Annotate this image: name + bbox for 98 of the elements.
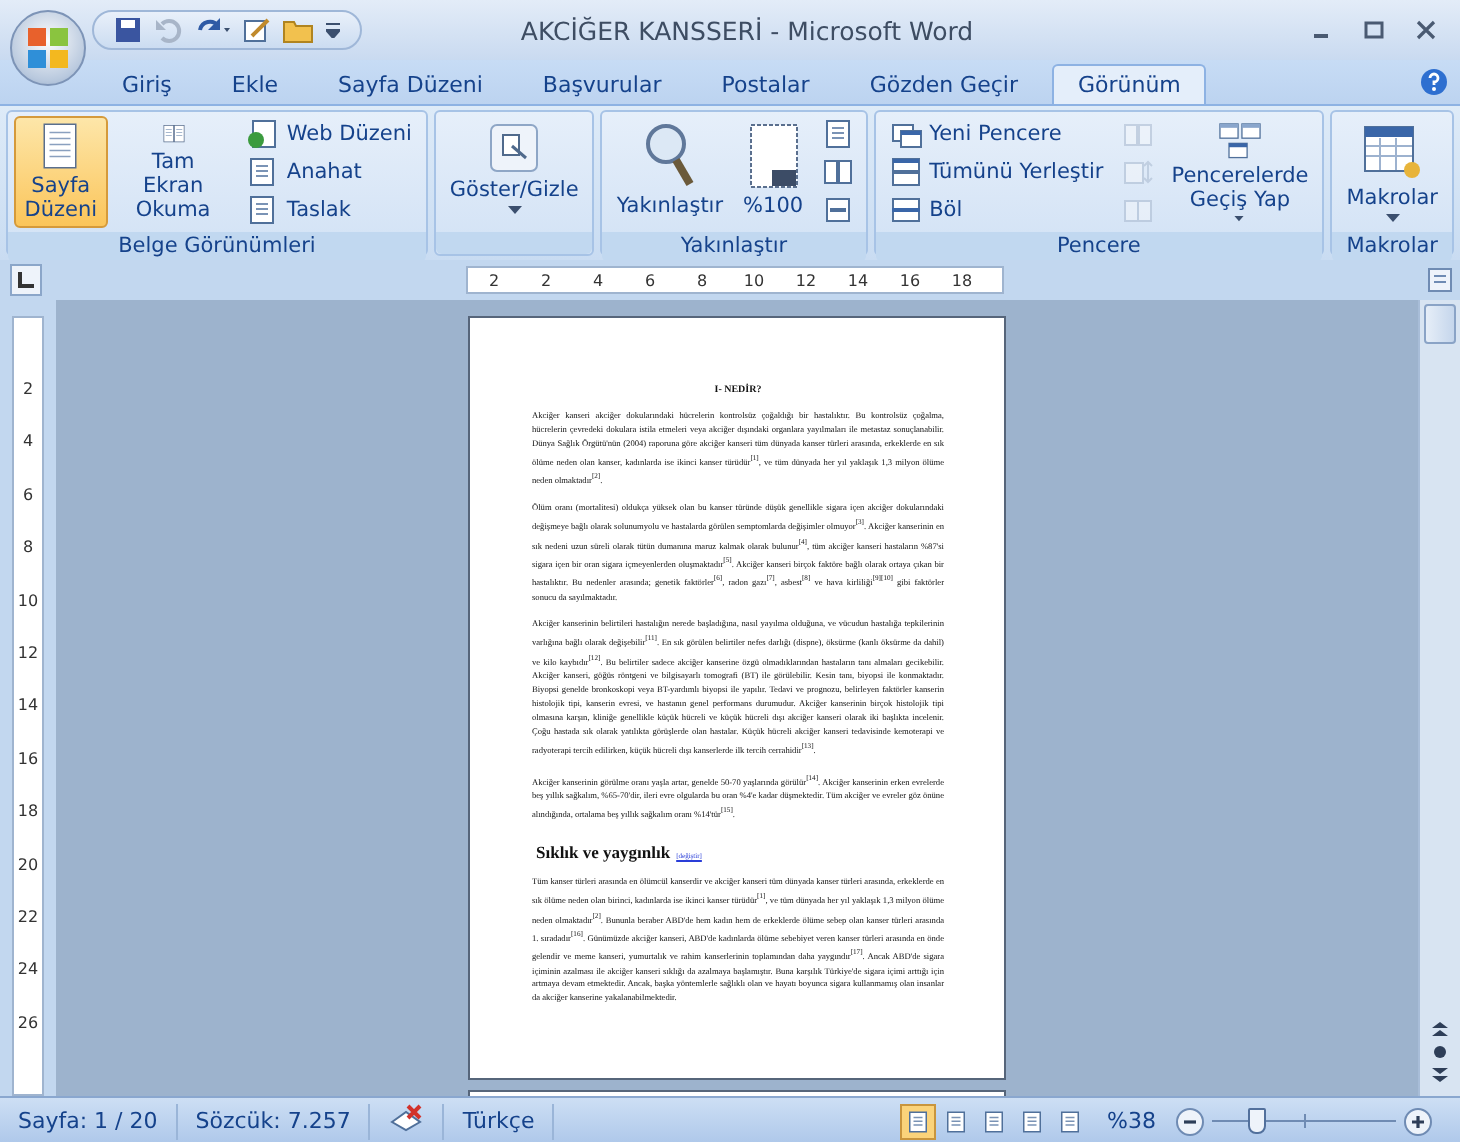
folder-icon[interactable]: [282, 16, 314, 44]
split-window-icon: [889, 194, 922, 226]
caret-icon: [1232, 216, 1247, 222]
ruler-number: 12: [17, 641, 39, 666]
stacked-windows-icon: [889, 156, 922, 188]
ruler-number: 12: [793, 271, 819, 289]
side-by-side-icon: [1121, 118, 1154, 150]
sync-scroll-icon: [1121, 156, 1154, 188]
ruler-number: 8: [694, 271, 710, 289]
help-icon[interactable]: [1420, 68, 1448, 96]
view-page-icon: [943, 1109, 968, 1133]
view-page-icon: [1057, 1109, 1082, 1133]
ruler-number: 16: [17, 747, 39, 772]
ribbon-tab[interactable]: Görünüm: [1051, 64, 1207, 104]
tab-selector-button[interactable]: [10, 264, 42, 296]
ribbon-button[interactable]: Tam Ekran Okuma: [111, 116, 235, 228]
page-width-icon: [821, 194, 854, 226]
view-ruler-icon[interactable]: [1426, 266, 1454, 294]
group-label: Belge Görünümleri: [8, 232, 426, 262]
group-label: Pencere: [875, 232, 1323, 262]
outline-icon: [246, 156, 279, 188]
ruler-number: 4: [590, 271, 606, 289]
ruler-number: 2: [486, 271, 502, 289]
view-button[interactable]: [899, 1103, 936, 1139]
ruler-number: 16: [897, 271, 923, 289]
draft-icon: [246, 194, 279, 226]
ribbon-button[interactable]: Taslak: [238, 192, 420, 228]
ribbon-menu-button[interactable]: Göster/Gizle: [441, 116, 587, 228]
vertical-scrollbar[interactable]: [1418, 300, 1460, 1096]
ribbon-tab[interactable]: Başvurular: [516, 64, 688, 104]
ribbon-tab[interactable]: Ekle: [205, 64, 305, 104]
group-label: Yakınlaştır: [602, 232, 866, 262]
ribbon-button[interactable]: Sayfa Düzeni: [14, 116, 108, 228]
ruler-number: 22: [17, 905, 39, 930]
ruler-number: 8: [22, 536, 34, 561]
caret-icon: [1385, 214, 1400, 222]
ruler-number: 6: [22, 483, 34, 508]
view-page-icon: [905, 1109, 930, 1133]
section-heading: Sıklık ve yaygınlık: [536, 842, 671, 863]
zoom-in-button[interactable]: [1404, 1107, 1432, 1135]
proofing-book-icon[interactable]: [388, 1103, 425, 1131]
ruler-number: 26: [17, 1011, 39, 1036]
ruler-number: 20: [17, 853, 39, 878]
macro-sheet-icon: [1360, 122, 1425, 182]
previous-page-icon[interactable]: [1432, 1020, 1448, 1036]
new-window-icon: [889, 118, 922, 150]
scroll-thumb[interactable]: [1424, 304, 1456, 344]
ruler-number: 10: [741, 271, 767, 289]
show-hide-icon: [488, 122, 541, 174]
zoom-slider-thumb[interactable]: [1248, 1108, 1267, 1134]
ruler-number: 10: [17, 589, 39, 614]
ruler-number: 2: [538, 271, 554, 289]
ruler-number: 2: [22, 378, 34, 402]
tab-stop-icon: [18, 272, 34, 288]
close-icon[interactable]: [1416, 20, 1436, 40]
office-button[interactable]: [10, 10, 86, 86]
ribbon-button[interactable]: Yakınlaştır: [608, 116, 732, 228]
ribbon-tab[interactable]: Giriş: [96, 64, 198, 104]
ribbon-button[interactable]: Böl: [881, 192, 1112, 228]
ribbon-menu-button[interactable]: Pencerelerde Geçiş Yap: [1163, 116, 1317, 228]
ribbon-button[interactable]: %100: [735, 116, 812, 228]
ribbon-button[interactable]: Anahat: [238, 154, 420, 190]
globe-page-icon: [246, 118, 279, 150]
ribbon-tab[interactable]: Sayfa Düzeni: [312, 64, 509, 104]
edit-page-icon[interactable]: [242, 16, 270, 44]
ribbon-button[interactable]: Yeni Pencere: [881, 116, 1112, 152]
zoom-out-button[interactable]: [1176, 1107, 1204, 1135]
plus-icon: [1410, 1113, 1426, 1129]
word-count[interactable]: Sözcük: 7.257: [177, 1103, 371, 1139]
browse-object-icon[interactable]: [1432, 1044, 1448, 1060]
ruler-number: 4: [22, 430, 34, 455]
ribbon-tab[interactable]: Postalar: [695, 64, 836, 104]
page-count[interactable]: Sayfa: 1 / 20: [0, 1103, 178, 1139]
ruler-number: 6: [642, 271, 658, 289]
ruler-number: 14: [17, 694, 39, 719]
ribbon-button[interactable]: Tümünü Yerleştir: [881, 154, 1112, 190]
ruler-number: 14: [845, 271, 871, 289]
window-title: AKCİĞER KANSSERİ - Microsoft Word: [518, 15, 976, 45]
ruler-number: 18: [17, 800, 39, 825]
ribbon-menu-button[interactable]: Makrolar: [1338, 116, 1446, 228]
customize-icon[interactable]: [326, 22, 340, 38]
one-page-icon: [821, 118, 854, 150]
language-label[interactable]: Türkçe: [444, 1103, 555, 1139]
ribbon-tab[interactable]: Gözden Geçir: [843, 64, 1044, 104]
two-pages-icon: [821, 156, 854, 188]
ruler-number: 18: [949, 271, 975, 289]
view-page-icon: [981, 1109, 1006, 1133]
caret-icon: [507, 206, 522, 214]
office-logo-icon: [26, 26, 70, 70]
maximize-icon[interactable]: [1364, 20, 1384, 40]
reset-position-icon: [1121, 194, 1154, 226]
ruler-number: 24: [17, 958, 39, 983]
ribbon-button[interactable]: Web Düzeni: [238, 116, 420, 152]
save-icon[interactable]: [114, 16, 142, 44]
view-page-icon: [1019, 1109, 1044, 1133]
next-page-icon[interactable]: [1432, 1068, 1448, 1084]
zoom-level[interactable]: %38: [1087, 1108, 1176, 1134]
group-label: Makrolar: [1332, 232, 1452, 262]
